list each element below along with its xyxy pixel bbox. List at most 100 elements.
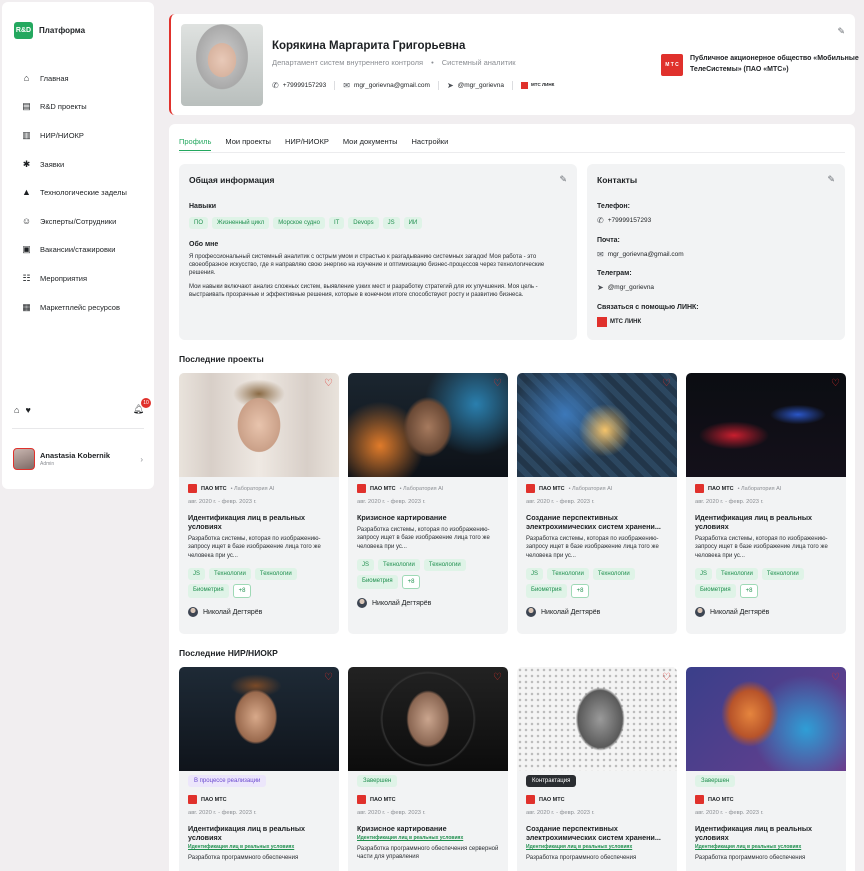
- phone-value: +79999157293: [607, 217, 652, 224]
- mts-link-text: МТС ЛИНК: [530, 82, 555, 88]
- nir-title: Идентификация лиц в реальных условиях: [188, 824, 305, 842]
- project-date: авг. 2020 г. - февр. 2023 г.: [188, 499, 257, 505]
- sidebar-item-label: R&D проекты: [40, 102, 87, 112]
- sidebar-item-label: Вакансии/стажировки: [40, 245, 116, 255]
- project-card[interactable]: ♡ ПАО МТС • Лаборатория AI авг. 2020 г. -…: [348, 373, 508, 634]
- project-card[interactable]: ♡ ПАО МТС • Лаборатория AI авг. 2020 г. -…: [517, 373, 677, 634]
- project-author[interactable]: Николай Дегтярёв: [188, 607, 330, 618]
- more-tags-button[interactable]: +8: [739, 584, 759, 599]
- favorite-icon[interactable]: ♡: [324, 378, 333, 389]
- project-author[interactable]: Николай Дегтярёв: [695, 607, 837, 618]
- tab-my-documents[interactable]: Мои документы: [343, 137, 398, 151]
- phone-label: Телефон:: [597, 203, 630, 210]
- telegram-icon: ➤: [446, 81, 454, 90]
- favorite-icon[interactable]: ♡: [831, 672, 840, 683]
- project-org: ПАО МТС • Лаборатория AI: [695, 484, 837, 493]
- tab-profile[interactable]: Профиль: [179, 137, 212, 151]
- favorite-icon[interactable]: ♡: [493, 378, 502, 389]
- contact-telegram[interactable]: ➤ @mgr_gorievna: [597, 283, 654, 292]
- contact-email[interactable]: ✉ mgr_gorievna@gmail.com: [597, 250, 684, 259]
- sidebar-item-tech[interactable]: ▲ Технологические заделы: [2, 178, 154, 207]
- profile-email[interactable]: ✉ mgr_gorievna@gmail.com: [343, 81, 439, 90]
- sidebar-item-requests[interactable]: ✱ Заявки: [2, 150, 154, 179]
- sidebar-item-events[interactable]: ☷ Мероприятия: [2, 264, 154, 293]
- skill-chip: JS: [382, 217, 400, 229]
- sidebar-item-experts[interactable]: ☺ Эксперты/Сотрудники: [2, 207, 154, 236]
- tag: JS: [695, 568, 713, 581]
- tag: Технологии: [254, 568, 297, 581]
- project-org: ПАО МТС • Лаборатория AI: [188, 484, 330, 493]
- project-author[interactable]: Николай Дегтярёв: [526, 607, 668, 618]
- telegram-label: Телеграм:: [597, 270, 632, 277]
- heart-icon[interactable]: ♥: [25, 405, 30, 415]
- phone-icon: ✆: [272, 81, 279, 90]
- skills-label: Навыки: [189, 203, 217, 210]
- project-card[interactable]: ♡ ПАО МТС • Лаборатория AI авг. 2020 г. -…: [686, 373, 846, 634]
- nir-card[interactable]: ♡ Завершен ПАО МТС авг. 2020 г. - февр. …: [686, 667, 846, 871]
- edit-contacts-icon[interactable]: ✎: [827, 174, 835, 185]
- mail-icon: ✉: [597, 250, 604, 259]
- favorite-icon[interactable]: ♡: [324, 672, 333, 683]
- project-author[interactable]: Николай Дегтярёв: [357, 598, 499, 609]
- org-name: ПАО МТС: [370, 796, 396, 803]
- mts-link-icon: МТС ЛИНК: [597, 317, 641, 327]
- edit-general-icon[interactable]: ✎: [559, 174, 567, 185]
- favorite-icon[interactable]: ♡: [493, 672, 502, 683]
- avatar: [357, 598, 367, 609]
- edit-profile-icon[interactable]: ✎: [837, 26, 845, 37]
- home-heart-icon[interactable]: ⌂: [14, 405, 19, 415]
- tab-nir[interactable]: НИР/НИОКР: [285, 137, 329, 151]
- sidebar-item-label: Мероприятия: [40, 273, 88, 283]
- lab-text: Лаборатория AI: [572, 485, 613, 492]
- lab-text: Лаборатория AI: [403, 485, 444, 492]
- nir-project-link[interactable]: Идентификация лиц в реальных условиях: [357, 835, 499, 841]
- contact-link[interactable]: МТС ЛИНК: [597, 317, 699, 327]
- favorite-icon[interactable]: ♡: [662, 378, 671, 389]
- skill-chip: IT: [328, 217, 345, 229]
- more-tags-button[interactable]: +8: [401, 575, 421, 590]
- org-name: ПАО МТС: [539, 485, 565, 492]
- nir-org: ПАО МТС: [188, 795, 330, 804]
- profile-phone[interactable]: ✆ +79999157293: [272, 81, 336, 90]
- nir-project-link[interactable]: Идентификация лиц в реальных условиях: [526, 844, 668, 850]
- status-badge: Контрактация: [526, 775, 577, 787]
- profile-link[interactable]: МТС ЛИНК: [520, 82, 562, 89]
- nir-card[interactable]: ♡ Завершен ПАО МТС авг. 2020 г. - февр. …: [348, 667, 508, 871]
- telegram-text: @mgr_gorievna: [457, 82, 504, 89]
- nir-card[interactable]: ♡ В процессе реализации ПАО МТС авг. 202…: [179, 667, 339, 871]
- contact-phone[interactable]: ✆ +79999157293: [597, 216, 651, 225]
- nir-title: Кризисное картирование: [357, 824, 447, 833]
- user-menu[interactable]: Anastasia Kobernik Admin ›: [13, 448, 143, 470]
- requests-icon: ✱: [22, 158, 31, 169]
- sidebar-quick-icons: ⌂ ♥ 🔔︎ 10: [14, 398, 151, 415]
- project-date: авг. 2020 г. - февр. 2023 г.: [695, 499, 764, 505]
- status-badge: Завершен: [695, 775, 736, 787]
- org-name: ПАО МТС: [201, 485, 227, 492]
- nir-project-link[interactable]: Идентификация лиц в реальных условиях: [188, 844, 330, 850]
- profile-telegram[interactable]: ➤ @mgr_gorievna: [447, 81, 513, 90]
- more-tags-button[interactable]: +8: [232, 584, 252, 599]
- favorite-icon[interactable]: ♡: [831, 378, 840, 389]
- sidebar-item-label: Главная: [40, 73, 69, 83]
- sidebar-item-marketplace[interactable]: ▦ Маркетплейс ресурсов: [2, 293, 154, 322]
- phone-icon: ✆: [597, 216, 604, 225]
- project-card[interactable]: ♡ ПАО МТС • Лаборатория AI авг. 2020 г. -…: [179, 373, 339, 634]
- user-name: Anastasia Kobernik: [40, 451, 111, 460]
- tab-my-projects[interactable]: Мои проекты: [225, 137, 271, 151]
- nir-project-link[interactable]: Идентификация лиц в реальных условиях: [695, 844, 837, 850]
- favorite-icon[interactable]: ♡: [662, 672, 671, 683]
- sidebar-item-rd-projects[interactable]: ▤ R&D проекты: [2, 93, 154, 122]
- projects-section-title: Последние проекты: [179, 354, 264, 364]
- brand[interactable]: R&D Платформа: [14, 22, 85, 39]
- sidebar-item-vacancies[interactable]: ▣ Вакансии/стажировки: [2, 236, 154, 265]
- tab-settings[interactable]: Настройки: [412, 137, 449, 151]
- bell-icon[interactable]: 🔔︎ 10: [133, 398, 151, 415]
- sidebar-item-nir[interactable]: ▥ НИР/НИОКР: [2, 121, 154, 150]
- mail-icon: ✉: [343, 81, 350, 90]
- sidebar-item-home[interactable]: ⌂ Главная: [2, 64, 154, 93]
- more-tags-button[interactable]: +8: [570, 584, 590, 599]
- nir-date: авг. 2020 г. - февр. 2023 г.: [526, 810, 595, 816]
- email-text: mgr_gorievna@gmail.com: [353, 82, 430, 89]
- nir-section-title: Последние НИР/НИОКР: [179, 648, 278, 658]
- nir-card[interactable]: ♡ Контрактация ПАО МТС авг. 2020 г. - фе…: [517, 667, 677, 871]
